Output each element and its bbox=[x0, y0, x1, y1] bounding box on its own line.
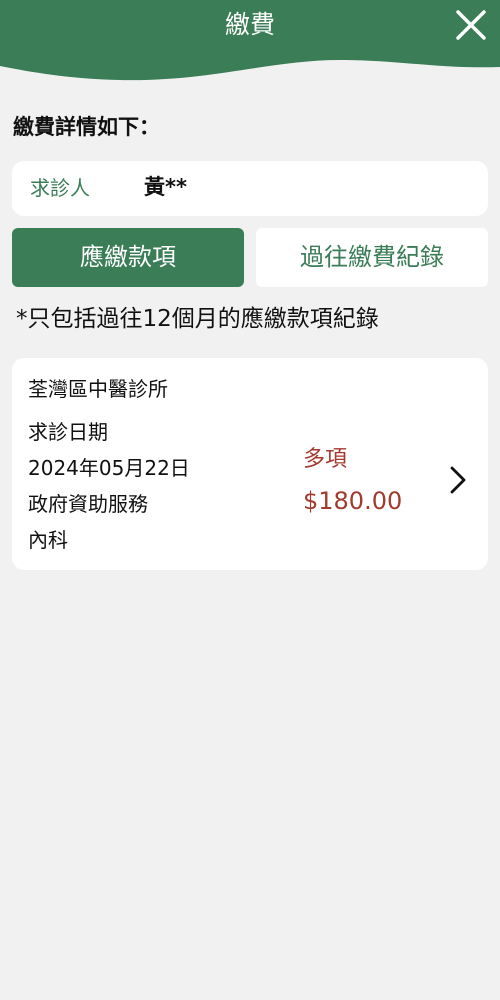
chevron-right-icon bbox=[450, 466, 466, 494]
tab-outstanding-payments[interactable]: 應繳款項 bbox=[12, 228, 244, 287]
visit-date-label: 求診日期 bbox=[28, 420, 108, 444]
patient-name: 黃** bbox=[144, 175, 187, 199]
tab-payment-history[interactable]: 過往繳費紀錄 bbox=[256, 228, 488, 287]
patient-label: 求診人 bbox=[30, 176, 90, 200]
clinic-name: 荃灣區中醫診所 bbox=[28, 377, 168, 401]
visit-date: 2024年05月22日 bbox=[28, 456, 190, 480]
payment-items: 多項 bbox=[303, 447, 348, 472]
page-title: 繳費 bbox=[224, 10, 275, 39]
app-header: 繳費 bbox=[0, 0, 500, 90]
patient-card: 求診人 黃** bbox=[12, 161, 488, 216]
close-icon bbox=[456, 10, 486, 40]
department: 內科 bbox=[28, 528, 68, 552]
payment-details-heading: 繳費詳情如下： bbox=[13, 115, 160, 139]
payment-amount: $180.00 bbox=[303, 487, 403, 515]
payment-record-card[interactable]: 荃灣區中醫診所 求診日期 2024年05月22日 政府資助服務 內科 多項 $1… bbox=[12, 358, 488, 570]
records-scope-note: *只包括過往12個月的應繳款項紀錄 bbox=[16, 306, 379, 332]
service-type: 政府資助服務 bbox=[28, 492, 148, 516]
close-button[interactable] bbox=[452, 6, 490, 44]
